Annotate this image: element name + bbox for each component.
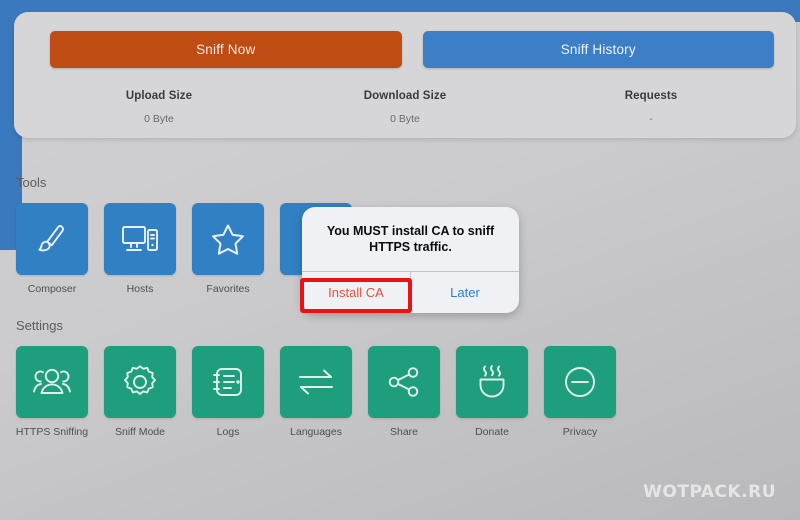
stat-value: 0 Byte [390, 113, 420, 125]
exchange-arrows-icon [294, 364, 338, 400]
coffee-cup-icon [472, 362, 512, 402]
tile-label: Sniff Mode [114, 426, 165, 438]
gear-icon [119, 361, 161, 403]
stat-upload-size: Upload Size 0 Byte [36, 90, 282, 125]
setting-tile-donate[interactable]: Donate [456, 346, 528, 438]
tool-tile-hosts[interactable]: Hosts [104, 203, 176, 295]
stat-requests: Requests - [528, 90, 774, 125]
notebook-icon [207, 362, 249, 402]
tile-icon-box [280, 346, 352, 418]
install-ca-button[interactable]: Install CA [302, 272, 410, 313]
tile-label: Privacy [562, 426, 598, 438]
tile-icon-box [368, 346, 440, 418]
tile-icon-box [104, 346, 176, 418]
monitor-tower-icon [118, 219, 162, 259]
tile-icon-box [544, 346, 616, 418]
site-watermark: WOTPACK.RU [643, 482, 776, 502]
app-screen: Sniff Now Sniff History Upload Size 0 By… [0, 0, 800, 520]
stat-value: 0 Byte [144, 113, 174, 125]
summary-card: Sniff Now Sniff History Upload Size 0 By… [14, 12, 796, 138]
install-ca-dialog: You MUST install CA to sniff HTTPS traff… [302, 207, 519, 313]
tile-label: HTTPS Sniffing [15, 426, 89, 438]
tool-tile-composer[interactable]: Composer [16, 203, 88, 295]
tool-tile-favorites[interactable]: Favorites [192, 203, 264, 295]
dialog-message: You MUST install CA to sniff HTTPS traff… [326, 223, 495, 255]
tile-label: Languages [290, 426, 342, 438]
tile-label: Composer [27, 283, 77, 295]
stat-label: Requests [624, 90, 678, 102]
sniff-now-button[interactable]: Sniff Now [50, 31, 402, 68]
tile-icon-box [16, 346, 88, 418]
later-button[interactable]: Later [410, 272, 519, 313]
stat-value: - [649, 113, 653, 125]
tile-icon-box [16, 203, 88, 275]
stat-label: Download Size [363, 90, 447, 102]
stat-download-size: Download Size 0 Byte [282, 90, 528, 125]
circle-minus-icon [559, 361, 601, 403]
people-group-icon [29, 362, 75, 402]
tile-label: Share [389, 426, 419, 438]
tile-label: Logs [216, 426, 240, 438]
tile-icon-box [192, 346, 264, 418]
stats-row: Upload Size 0 Byte Download Size 0 Byte … [14, 90, 796, 125]
tile-label: Hosts [126, 283, 154, 295]
tools-section-title: Tools [16, 175, 47, 190]
paintbrush-icon [32, 219, 72, 259]
tile-icon-box [192, 203, 264, 275]
action-button-row: Sniff Now Sniff History [14, 31, 796, 68]
tile-icon-box [104, 203, 176, 275]
setting-tile-https-sniffing[interactable]: HTTPS Sniffing [16, 346, 88, 438]
setting-tile-logs[interactable]: Logs [192, 346, 264, 438]
stat-label: Upload Size [125, 90, 193, 102]
settings-section-title: Settings [16, 318, 63, 333]
settings-grid: HTTPS Sniffing Sniff Mode Logs Languages… [16, 346, 616, 438]
tile-label: Favorites [206, 283, 250, 295]
sniff-history-button[interactable]: Sniff History [422, 31, 774, 68]
setting-tile-sniff-mode[interactable]: Sniff Mode [104, 346, 176, 438]
tile-icon-box [456, 346, 528, 418]
tile-label: Donate [475, 426, 509, 438]
share-nodes-icon [384, 362, 424, 402]
dialog-actions: Install CA Later [302, 271, 519, 313]
setting-tile-languages[interactable]: Languages [280, 346, 352, 438]
star-icon [207, 219, 249, 259]
setting-tile-share[interactable]: Share [368, 346, 440, 438]
setting-tile-privacy[interactable]: Privacy [544, 346, 616, 438]
